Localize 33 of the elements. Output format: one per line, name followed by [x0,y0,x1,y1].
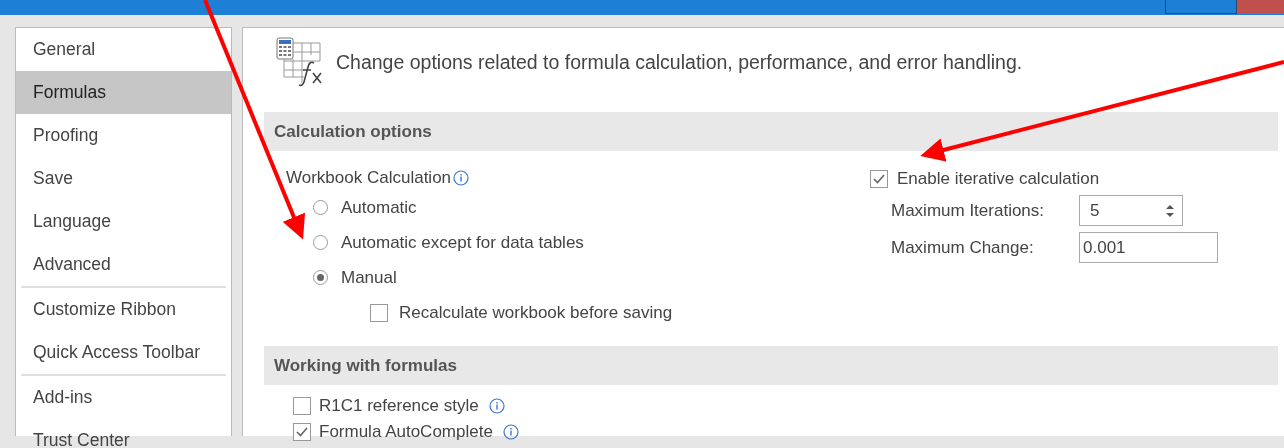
info-icon[interactable] [502,424,519,440]
sidebar-item[interactable]: General [16,28,231,71]
section-header: Working with formulas [264,346,1278,385]
sidebar-item[interactable]: Add-ins [16,376,231,419]
sidebar-item[interactable]: Quick Access Toolbar [16,331,231,374]
info-icon[interactable] [453,170,470,186]
checkbox[interactable] [870,170,888,188]
checkbox[interactable] [293,397,311,415]
sidebar-item[interactable]: Trust Center [16,419,231,448]
sidebar-item[interactable]: Customize Ribbon [16,288,231,331]
sidebar-item[interactable]: Formulas [16,71,231,114]
maximize-button[interactable] [1165,0,1237,14]
sidebar-item[interactable]: Language [16,200,231,243]
section-header: Calculation options [264,112,1278,151]
sidebar-item[interactable]: Advanced [16,243,231,286]
field-label: Maximum Change: [891,237,1035,258]
page-description: Change options related to formula calculation, performance, and error handling. [336,50,1023,74]
info-icon[interactable] [488,398,505,414]
option-label: Enable iterative calculation [897,169,1100,189]
option-label: Recalculate workbook before saving [399,302,673,323]
field-label: Workbook Calculation [286,168,452,188]
sidebar-item[interactable]: Proofing [16,114,231,157]
sidebar-item[interactable]: Save [16,157,231,200]
option-label: Automatic except for data tables [341,232,584,253]
option-label: Automatic [341,197,417,218]
option-label: R1C1 reference style [319,396,479,416]
option-label: Manual [341,267,397,288]
checkbox[interactable] [370,303,388,322]
checkbox[interactable] [293,423,311,441]
spin-field[interactable]: 5 [1079,195,1183,226]
field-label: Maximum Iterations: [891,200,1046,221]
input-field[interactable]: 0.001 [1079,232,1218,263]
option-label: Formula AutoComplete [319,422,493,442]
